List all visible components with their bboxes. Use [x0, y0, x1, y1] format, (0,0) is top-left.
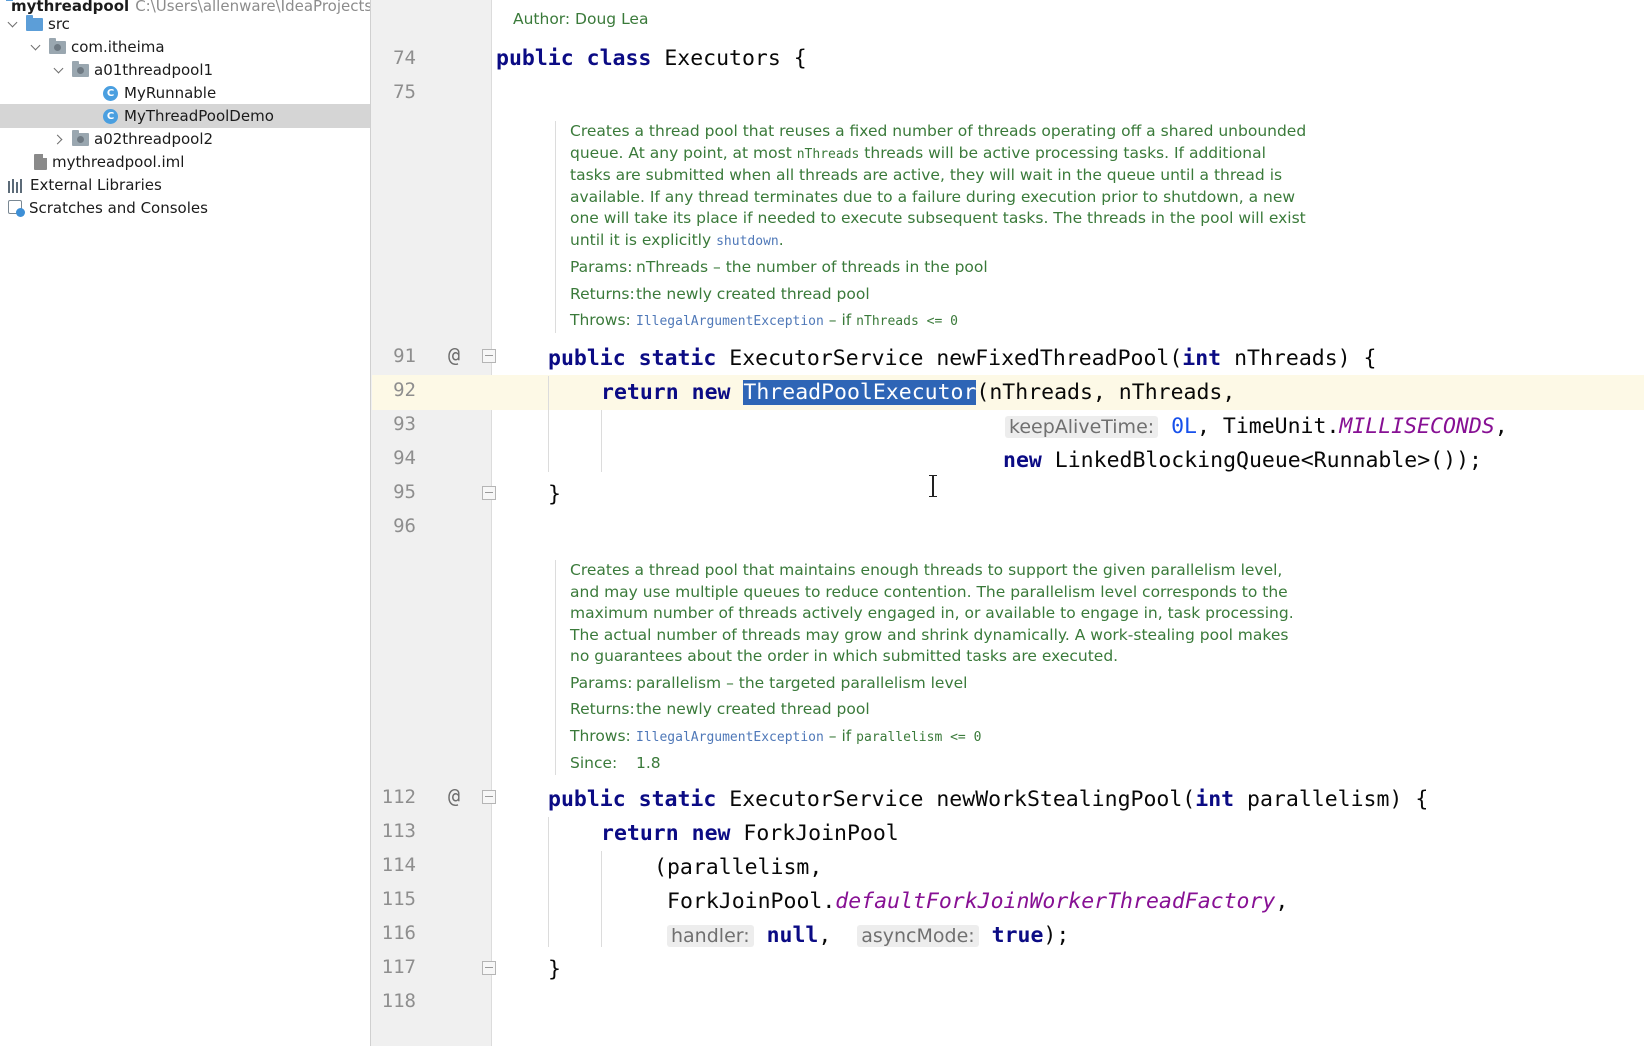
line-number: 94 [393, 447, 416, 469]
tree-item-label: mythreadpool.iml [52, 153, 185, 171]
doc-returns: Returns: the newly created thread pool [570, 700, 870, 718]
indent-guide [601, 410, 602, 472]
project-tree: mythreadpool C:\Users\allenware\IdeaProj… [0, 0, 371, 1046]
package-icon [49, 37, 66, 54]
selected-text: ThreadPoolExecutor [743, 380, 977, 405]
scratches-icon [8, 199, 25, 217]
line-number: 112 [381, 786, 416, 808]
chevron-down-icon[interactable] [31, 42, 41, 52]
doc-throws: Throws: IllegalArgumentException – if nTh… [570, 311, 958, 329]
libraries-icon [8, 178, 26, 193]
tree-item-src[interactable]: src [0, 12, 370, 36]
line-number: 113 [381, 820, 416, 842]
tree-item-myrunnable[interactable]: C MyRunnable [0, 81, 370, 105]
indent-guide [548, 376, 549, 472]
doc-link-exception[interactable]: IllegalArgumentException [636, 314, 824, 329]
line-number: 93 [393, 413, 416, 435]
tree-item-label: Scratches and Consoles [29, 199, 208, 217]
code-line-74[interactable]: public class Executors { [496, 41, 807, 76]
code-line-116[interactable]: handler: null, asyncMode: true); [667, 918, 1069, 953]
fold-toggle-icon[interactable] [482, 790, 496, 804]
doc-throws: Throws: IllegalArgumentException – if par… [570, 726, 982, 745]
javadoc-newFixedThreadPool: Creates a thread pool that reuses a fixe… [555, 121, 1310, 333]
tree-item-label: a02threadpool2 [94, 130, 214, 148]
tree-item-a01threadpool1[interactable]: a01threadpool1 [0, 58, 370, 82]
java-class-icon: C [103, 85, 118, 101]
doc-description: Creates a thread pool that reuses a fixe… [570, 122, 1307, 249]
doc-returns: Returns: the newly created thread pool [570, 284, 870, 303]
line-number: 91 [393, 345, 416, 367]
code-line-92[interactable]: return new ThreadPoolExecutor(nThreads, … [601, 375, 1235, 410]
tree-item-label: a01threadpool1 [94, 61, 214, 79]
doc-description: Creates a thread pool that maintains eno… [570, 561, 1294, 665]
line-number: 114 [381, 854, 416, 876]
code-line-94[interactable]: new LinkedBlockingQueue<Runnable>()); [1003, 443, 1482, 478]
tree-item-iml-file[interactable]: mythreadpool.iml [0, 150, 370, 174]
line-number: 117 [381, 956, 416, 978]
chevron-right-icon[interactable] [54, 134, 64, 144]
line-number: 74 [393, 47, 416, 69]
line-number: 118 [381, 990, 416, 1012]
doc-params: Params: parallelism – the targeted parall… [570, 673, 968, 692]
parameter-hint: asyncMode: [857, 925, 979, 947]
code-line-112[interactable]: public static ExecutorService newWorkSte… [548, 782, 1428, 817]
package-icon [72, 129, 89, 146]
chevron-down-icon[interactable] [8, 19, 18, 29]
tree-item-label: src [48, 15, 70, 33]
code-line-114[interactable]: (parallelism, [654, 850, 822, 885]
java-class-icon: C [103, 108, 118, 124]
chevron-down-icon[interactable] [54, 65, 64, 75]
line-number: 95 [393, 481, 416, 503]
tree-item-label: External Libraries [30, 176, 162, 194]
code-line-115[interactable]: ForkJoinPool.defaultForkJoinWorkerThread… [667, 884, 1288, 919]
text-cursor-icon [928, 474, 938, 498]
package-icon [72, 60, 89, 77]
tree-item-label: MyThreadPoolDemo [124, 107, 274, 125]
tree-item-external-libraries[interactable]: External Libraries [0, 173, 370, 197]
tree-item-scratches[interactable]: Scratches and Consoles [0, 196, 370, 220]
fold-toggle-icon[interactable] [482, 349, 496, 363]
tree-item-com-itheima[interactable]: com.itheima [0, 35, 370, 59]
implements-method-icon[interactable]: @ [448, 340, 460, 370]
indent-guide [548, 817, 549, 947]
line-number: 75 [393, 81, 416, 103]
line-number: 92 [393, 379, 416, 401]
javadoc-newWorkStealingPool: Creates a thread pool that maintains eno… [555, 560, 1310, 775]
indent-guide [601, 851, 602, 947]
doc-since: Since: 1.8 [570, 754, 661, 772]
line-number: 116 [381, 922, 416, 944]
implements-method-icon[interactable]: @ [448, 781, 460, 811]
parameter-hint: handler: [667, 925, 754, 947]
tree-item-a02threadpool2[interactable]: a02threadpool2 [0, 127, 370, 151]
doc-link-exception[interactable]: IllegalArgumentException [636, 730, 824, 745]
tree-item-label: com.itheima [71, 38, 165, 56]
tree-item-mythreadpooldemo[interactable]: C MyThreadPoolDemo [0, 104, 370, 128]
source-folder-icon [26, 14, 43, 31]
code-line-95[interactable]: } [548, 477, 561, 512]
code-line-113[interactable]: return new ForkJoinPool [601, 816, 899, 851]
line-number: 96 [393, 515, 416, 537]
code-line-91[interactable]: public static ExecutorService newFixedTh… [548, 341, 1376, 376]
tree-item-label: MyRunnable [124, 84, 217, 102]
fold-toggle-icon[interactable] [482, 961, 496, 975]
fold-toggle-icon[interactable] [482, 486, 496, 500]
code-line-117[interactable]: } [548, 952, 561, 987]
class-doc-author: Author: Doug Lea [513, 10, 649, 28]
code-line-93[interactable]: keepAliveTime: 0L, TimeUnit.MILLISECONDS… [1005, 409, 1508, 444]
iml-file-icon [34, 154, 47, 170]
parameter-hint: keepAliveTime: [1005, 416, 1159, 438]
doc-params: Params: nThreads – the number of threads … [570, 258, 988, 276]
doc-link-shutdown[interactable]: shutdown [716, 234, 779, 249]
line-number: 115 [381, 888, 416, 910]
